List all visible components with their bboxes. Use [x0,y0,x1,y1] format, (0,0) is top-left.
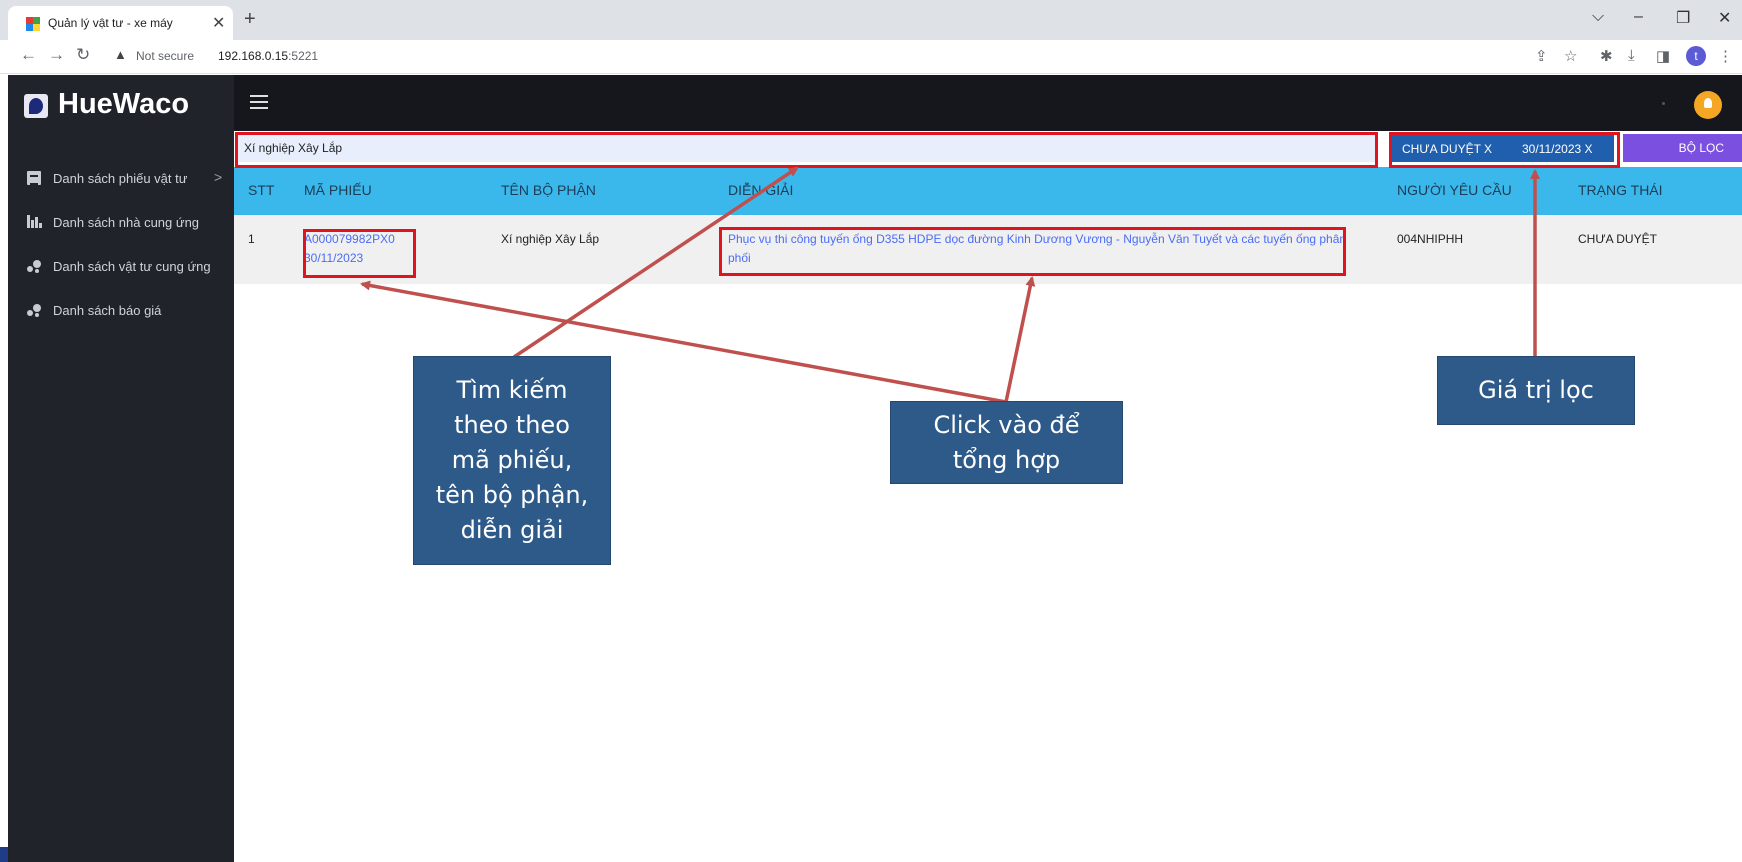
profile-avatar[interactable]: t [1686,46,1706,66]
callout-line: diễn giải [460,516,564,544]
ma-phieu-date[interactable]: 30/11/2023 [304,249,395,268]
sidebar-item-nha-cung-ung[interactable]: Danh sách nhà cung ứng [26,211,226,237]
back-icon[interactable]: ← [20,45,37,65]
column-header-ma-phieu[interactable]: MÃ PHIẾU [304,182,372,198]
callout-line: Click vào để [933,410,1080,439]
dots-icon [26,302,42,318]
window-left-edge [0,75,8,862]
bar-chart-icon [26,214,42,230]
extensions-icon[interactable]: ✱ [1600,47,1613,65]
table-row[interactable]: 1 A000079982PX0 30/11/2023 Xí nghiệp Xây… [234,215,1742,284]
url-text: 192.168.0.15:5221 [218,49,319,63]
favicon-icon [26,17,40,31]
lightbulb-icon[interactable] [1694,91,1722,119]
callout-line: theo theo [454,411,570,439]
column-header-trang-thai[interactable]: TRẠNG THÁI [1578,182,1663,198]
filter-chip-date[interactable]: 30/11/2023 X [1522,142,1593,156]
column-header-ten-bo-phan[interactable]: TÊN BỘ PHẬN [501,182,596,198]
tab-search-icon[interactable]: ⌵ [1592,8,1604,26]
app-top-bar [234,75,1742,131]
cell-ten-bo-phan: Xí nghiệp Xây Lắp [501,232,600,246]
list-icon [26,170,42,186]
callout-line: tổng hợp [952,445,1061,474]
omnibox[interactable]: ▲ Not secure 192.168.0.15:5221 [104,44,1504,70]
filter-button[interactable]: BỘ LỌC [1623,134,1742,162]
table-header: STT MÃ PHIẾU TÊN BỘ PHẬN DIỄN GIẢI NGƯỜI… [234,167,1742,215]
column-header-stt[interactable]: STT [248,182,274,198]
sidebar-item-phieu-vat-tu[interactable]: Danh sách phiếu vật tư > [26,167,226,193]
share-icon[interactable]: ⇪ [1535,47,1548,65]
browser-tab[interactable]: Quản lý vật tư - xe máy ✕ [8,6,233,40]
cell-stt: 1 [248,232,255,246]
side-panel-icon[interactable]: ◨ [1656,47,1670,65]
warning-icon: ▲ [114,47,127,62]
chevron-right-icon: > [214,169,223,185]
sidebar-item-bao-gia[interactable]: Danh sách báo giá [26,299,226,325]
filter-row: CHƯA DUYỆT X 30/11/2023 X BỘ LỌC [234,131,1742,167]
callout-click: Click vào để tổng hợp [890,401,1123,484]
tab-close-icon[interactable]: ✕ [212,13,225,33]
callout-search: Tìm kiếm theo theo mã phiếu, tên bộ phận… [413,356,611,565]
close-window-icon[interactable]: ✕ [1718,8,1731,28]
sidebar-item-label: Danh sách phiếu vật tư [53,171,188,186]
tab-title: Quản lý vật tư - xe máy [48,16,173,30]
sidebar-item-label: Danh sách nhà cung ứng [53,215,200,230]
column-header-nguoi-yeu-cau[interactable]: NGƯỜI YÊU CẦU [1397,182,1512,198]
dots-icon [26,258,42,274]
search-input[interactable] [238,134,1378,162]
bookmark-star-icon[interactable]: ☆ [1564,47,1577,65]
cell-ma-phieu[interactable]: A000079982PX0 30/11/2023 [304,230,395,268]
app-logo-text: HueWaco [58,88,190,120]
callout-filter: Giá trị lọc [1437,356,1635,425]
logo-icon [24,94,48,118]
cell-dien-giai[interactable]: Phục vụ thi công tuyến ống D355 HDPE dọc… [728,230,1348,268]
callout-line: mã phiếu, [451,446,573,474]
callout-line: tên bộ phận, [435,481,589,509]
new-tab-button[interactable]: + [244,8,256,31]
browser-menu-icon[interactable]: ⋮ [1718,47,1733,65]
column-header-dien-giai[interactable]: DIỄN GIẢI [728,182,793,198]
not-secure-label: Not secure [136,49,195,63]
filter-chip-status[interactable]: CHƯA DUYỆT X [1402,142,1492,156]
cell-nguoi-yeu-cau: 004NHIPHH [1397,232,1464,246]
sidebar-item-label: Danh sách báo giá [53,303,162,318]
ma-phieu-code[interactable]: A000079982PX0 [304,230,395,249]
restore-icon[interactable]: ❐ [1676,8,1690,28]
hamburger-menu-icon[interactable] [250,95,268,109]
cell-trang-thai: CHƯA DUYỆT [1578,232,1657,246]
minimize-icon[interactable]: – [1634,8,1643,26]
download-icon[interactable]: ⤓ [1628,47,1635,64]
sidebar-item-vat-tu-cung-ung[interactable]: Danh sách vật tư cung ứng [26,255,226,281]
forward-icon[interactable]: → [48,45,65,65]
address-bar: ← → ↻ ▲ Not secure 192.168.0.15:5221 ⇪ ☆… [0,40,1742,74]
callout-line: Giá trị lọc [1478,376,1594,404]
reload-icon[interactable]: ↻ [76,45,90,65]
browser-tab-bar: Quản lý vật tư - xe máy ✕ + ⌵ – ❐ ✕ [0,0,1742,40]
sidebar-item-label: Danh sách vật tư cung ứng [53,259,211,274]
sidebar: HueWaco Danh sách phiếu vật tư > Danh sá… [8,75,234,862]
status-dot [1662,102,1665,105]
active-filters: CHƯA DUYỆT X 30/11/2023 X [1392,134,1614,162]
callout-line: Tìm kiếm [456,376,568,404]
